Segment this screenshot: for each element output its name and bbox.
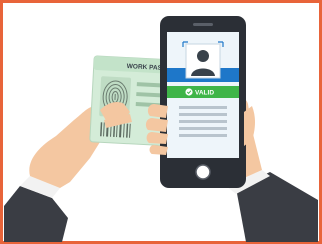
- speaker: [193, 23, 213, 26]
- check-circle-icon: [185, 88, 193, 96]
- detail-line: [179, 134, 227, 137]
- illustration-canvas: WORK PASS VALID: [0, 0, 322, 244]
- smartphone: VALID: [160, 16, 246, 188]
- user-avatar-icon: [182, 41, 224, 81]
- home-button-icon[interactable]: [195, 164, 211, 180]
- detail-line: [179, 127, 227, 130]
- detail-line: [179, 120, 227, 123]
- valid-label: VALID: [195, 90, 214, 97]
- detail-line: [179, 113, 227, 116]
- detail-line: [179, 106, 227, 109]
- illustration-frame: WORK PASS VALID: [0, 0, 322, 244]
